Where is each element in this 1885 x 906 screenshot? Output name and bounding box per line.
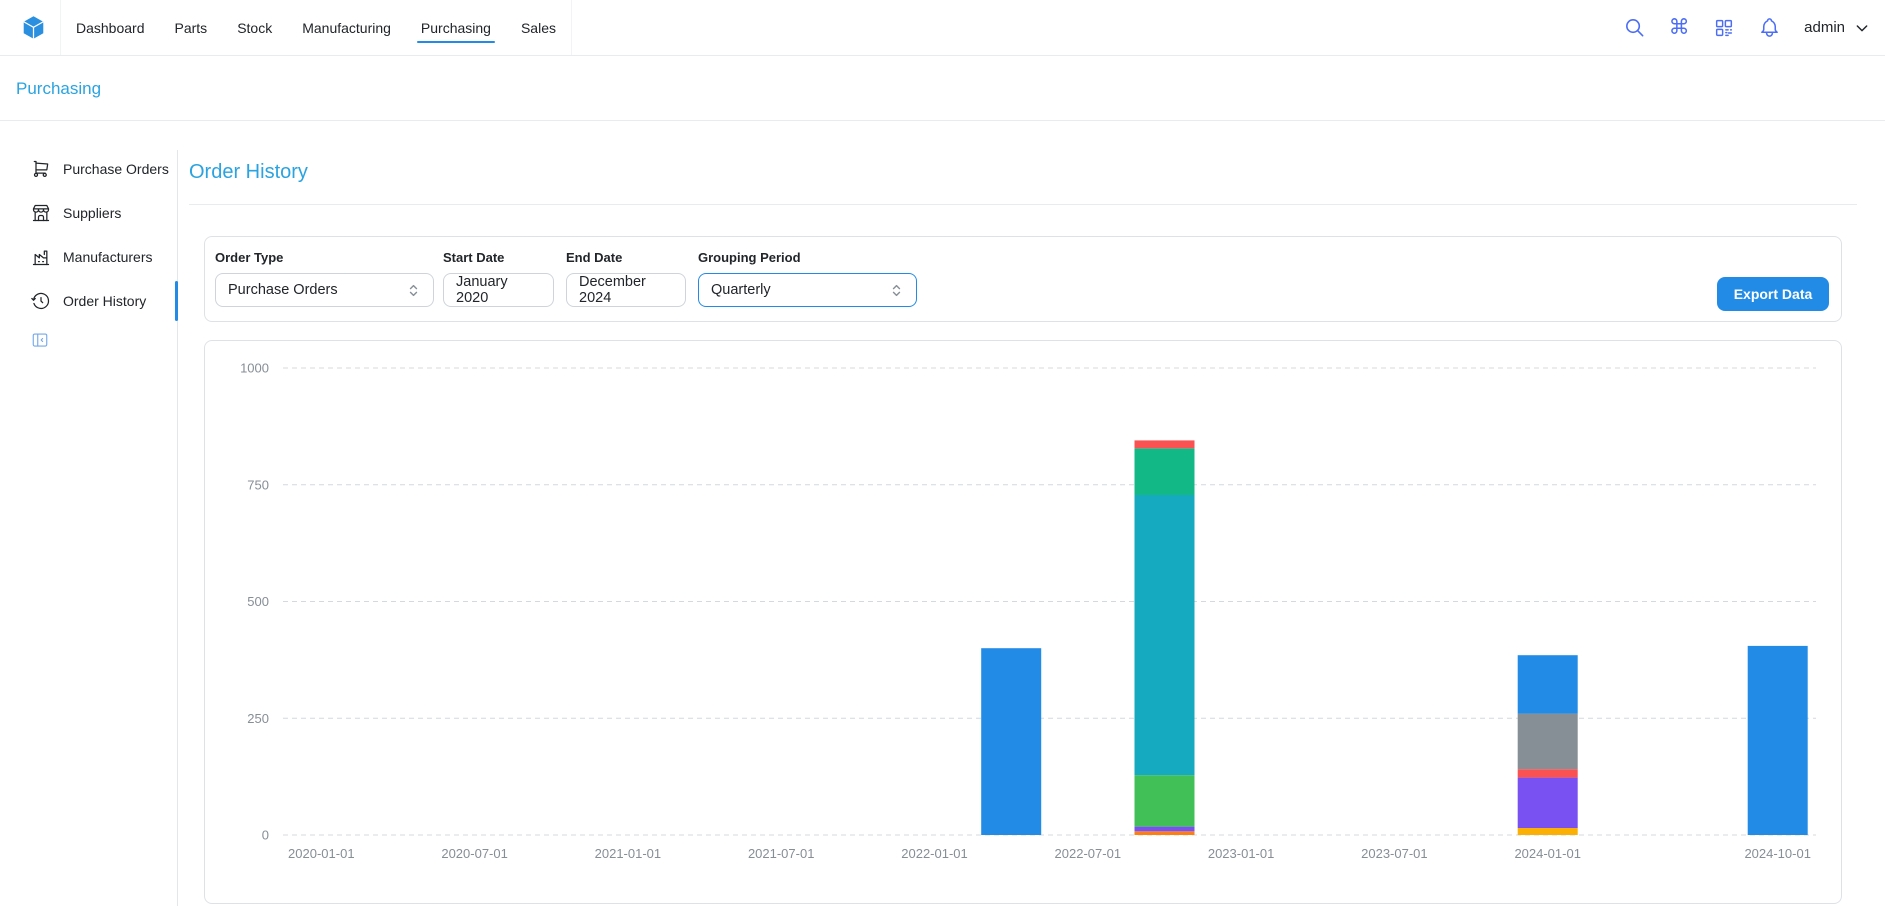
sidebar-item-label: Manufacturers (63, 249, 152, 265)
svg-text:2022-01-01: 2022-01-01 (901, 846, 968, 861)
order-history-chart[interactable]: 0 250 500 750 1000 2020-01-01 2020-07-01 2021-0… (205, 341, 1841, 901)
order-type-label: Order Type (215, 250, 434, 265)
svg-text:2020-01-01: 2020-01-01 (288, 846, 355, 861)
order-history-chart-card: 0 250 500 750 1000 2020-01-01 2020-07-01 2021-0… (204, 340, 1842, 904)
svg-text:2023-01-01: 2023-01-01 (1208, 846, 1275, 861)
breadcrumb-bar: Purchasing (0, 57, 1885, 121)
grouping-period-select[interactable]: Quarterly (698, 273, 917, 307)
grouping-period-value: Quarterly (711, 282, 771, 298)
start-date-input[interactable]: January 2020 (443, 273, 554, 307)
svg-text:2024-01-01: 2024-01-01 (1514, 846, 1581, 861)
command-palette-button[interactable]: ⌘ (1667, 16, 1691, 40)
layout-sidebar-icon (31, 331, 49, 349)
user-name: admin (1804, 19, 1845, 36)
svg-text:2022-07-01: 2022-07-01 (1055, 846, 1122, 861)
breadcrumb[interactable]: Purchasing (16, 79, 101, 99)
user-menu[interactable]: admin (1804, 19, 1870, 36)
end-date-input[interactable]: December 2024 (566, 273, 686, 307)
sidebar-item-label: Order History (63, 293, 146, 309)
history-icon (31, 291, 51, 311)
notifications-button[interactable] (1757, 16, 1781, 40)
chevron-down-icon (1854, 20, 1870, 36)
order-type-select[interactable]: Purchase Orders (215, 273, 434, 307)
order-history-filter-panel: Order Type Purchase Orders Start Date Ja… (204, 236, 1842, 322)
sidebar-item-suppliers[interactable]: Suppliers (0, 191, 177, 235)
sidebar-item-purchase-orders[interactable]: Purchase Orders (0, 147, 177, 191)
end-date-value: December 2024 (579, 274, 673, 306)
sidebar-item-label: Purchase Orders (63, 161, 169, 177)
purchasing-sidebar: Purchase Orders Suppliers Manufacturers (0, 121, 177, 349)
bell-icon (1758, 16, 1781, 39)
command-icon: ⌘ (1669, 17, 1690, 38)
tab-sales[interactable]: Sales (506, 0, 571, 55)
sidebar-collapse-button[interactable] (0, 331, 177, 349)
sidebar-item-label: Suppliers (63, 205, 121, 221)
sidebar-active-indicator (175, 281, 178, 321)
search-icon (1623, 16, 1646, 39)
selector-chevrons-icon (889, 283, 904, 298)
building-store-icon (31, 203, 51, 223)
grouping-period-label: Grouping Period (698, 250, 917, 265)
navbar-actions: ⌘ admin (1622, 16, 1870, 40)
app-logo[interactable] (20, 14, 48, 42)
svg-text:1000: 1000 (240, 361, 269, 376)
page-title: Order History (189, 161, 308, 184)
package-cube-icon (20, 14, 47, 41)
svg-text:250: 250 (247, 711, 269, 726)
svg-text:2021-01-01: 2021-01-01 (595, 846, 662, 861)
title-divider (189, 204, 1857, 205)
svg-text:2020-07-01: 2020-07-01 (441, 846, 508, 861)
sidebar-item-order-history[interactable]: Order History (0, 279, 177, 323)
factory-icon (31, 247, 51, 267)
start-date-label: Start Date (443, 250, 554, 265)
tab-dashboard[interactable]: Dashboard (61, 0, 160, 55)
svg-text:500: 500 (247, 594, 269, 609)
export-data-button[interactable]: Export Data (1717, 277, 1829, 311)
scan-button[interactable] (1712, 16, 1736, 40)
selector-chevrons-icon (406, 283, 421, 298)
qrcode-icon (1713, 17, 1735, 39)
tab-stock[interactable]: Stock (222, 0, 287, 55)
tab-parts[interactable]: Parts (160, 0, 223, 55)
search-button[interactable] (1622, 16, 1646, 40)
svg-text:750: 750 (247, 477, 269, 492)
svg-text:2024-10-01: 2024-10-01 (1744, 846, 1811, 861)
order-type-value: Purchase Orders (228, 282, 338, 298)
sidebar-divider (177, 150, 178, 906)
sidebar-item-manufacturers[interactable]: Manufacturers (0, 235, 177, 279)
tab-manufacturing[interactable]: Manufacturing (287, 0, 406, 55)
svg-text:0: 0 (262, 828, 269, 843)
top-navbar: Dashboard Parts Stock Manufacturing Purc… (0, 0, 1885, 56)
tab-purchasing[interactable]: Purchasing (406, 0, 506, 55)
start-date-value: January 2020 (456, 274, 541, 306)
svg-text:2021-07-01: 2021-07-01 (748, 846, 815, 861)
svg-text:2023-07-01: 2023-07-01 (1361, 846, 1428, 861)
end-date-label: End Date (566, 250, 686, 265)
main-nav-tabs: Dashboard Parts Stock Manufacturing Purc… (60, 0, 572, 55)
shopping-cart-icon (31, 159, 51, 179)
